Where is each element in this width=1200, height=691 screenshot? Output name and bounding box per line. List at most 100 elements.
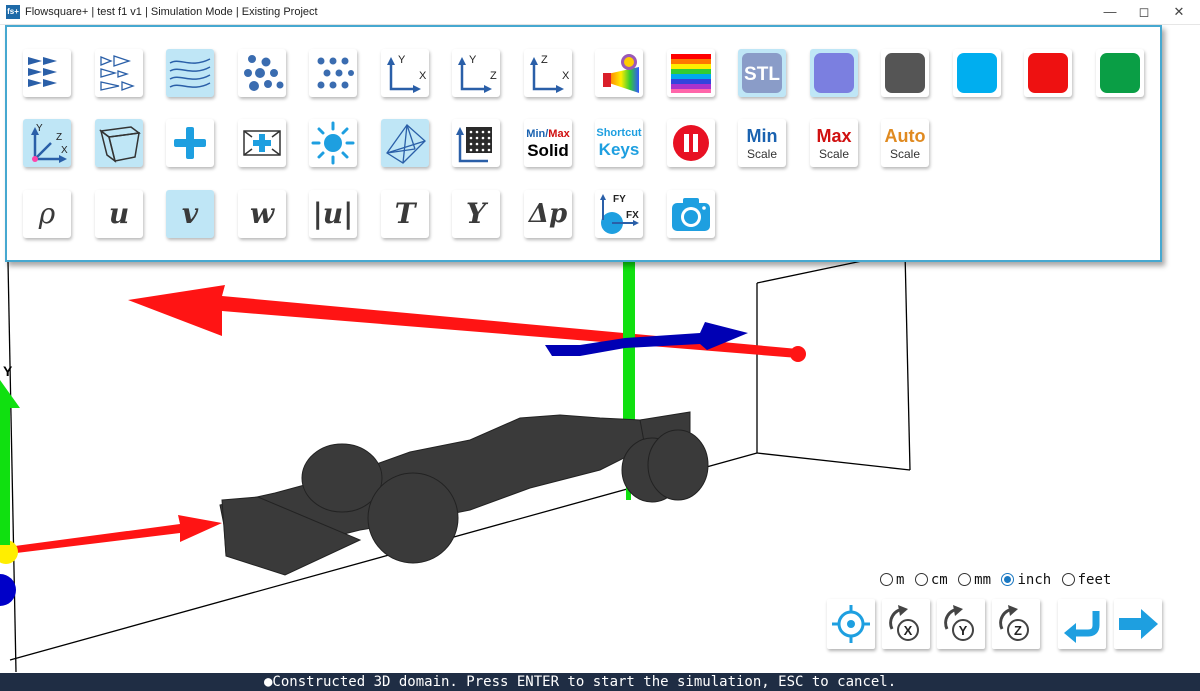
svg-text:X: X: [61, 145, 68, 156]
color-gray-button[interactable]: [881, 49, 929, 97]
color-swatch-icon: [1028, 53, 1068, 93]
unit-option-mm[interactable]: mm: [958, 572, 991, 588]
velocity-u-button[interactable]: u: [95, 190, 143, 238]
title-bar: fs+ Flowsquare+ | test f1 v1 | Simulatio…: [0, 0, 1200, 25]
radio-mm[interactable]: [958, 573, 972, 586]
plane-yz-button[interactable]: Y Z: [452, 49, 500, 97]
axes-xy-icon: Y X: [387, 54, 427, 93]
reset-view-button[interactable]: [827, 599, 875, 649]
wireframe-icon: [386, 124, 426, 164]
maximize-button[interactable]: ◻: [1127, 0, 1161, 24]
unit-option-inch[interactable]: inch: [1001, 572, 1051, 588]
minimize-button[interactable]: —: [1093, 0, 1127, 24]
vectors-scaled-button[interactable]: [95, 49, 143, 97]
rotate-z-button[interactable]: Z: [992, 599, 1040, 649]
min-label: Min: [746, 126, 778, 146]
shortcut-keys-button[interactable]: Shortcut Keys: [595, 119, 643, 167]
w-icon: w: [249, 197, 275, 230]
rho-icon: ρ: [38, 197, 56, 230]
auto-scale-button[interactable]: Auto Scale: [881, 119, 929, 167]
unit-option-feet[interactable]: feet: [1061, 572, 1111, 588]
plus-icon: [174, 127, 206, 159]
colormap-button[interactable]: [667, 49, 715, 97]
radio-cm[interactable]: [914, 573, 928, 586]
back-button[interactable]: [1058, 599, 1106, 649]
t-icon: T: [394, 197, 416, 230]
grid-points-icon: [317, 57, 354, 89]
mesh-grid-button[interactable]: [452, 119, 500, 167]
color-red-button[interactable]: [1024, 49, 1072, 97]
forces-icon: FY FX: [600, 194, 639, 234]
next-button[interactable]: [1114, 599, 1162, 649]
plane-zx-button[interactable]: Z X: [524, 49, 572, 97]
crosshair-icon: [832, 605, 870, 643]
min-max-solid-button[interactable]: Min/Max Solid: [524, 119, 572, 167]
rotate-y-button[interactable]: Y: [937, 599, 985, 649]
forces-button[interactable]: FY FX: [595, 190, 643, 238]
svg-text:Y: Y: [469, 54, 477, 66]
svg-text:X: X: [562, 70, 570, 82]
lighting-button[interactable]: [309, 119, 357, 167]
svg-text:X: X: [904, 623, 913, 638]
particles-icon: [244, 55, 284, 91]
light-spectrum-button[interactable]: [595, 49, 643, 97]
radio-m[interactable]: [880, 573, 893, 586]
velocity-magnitude-button[interactable]: |u|: [309, 190, 357, 238]
stl-icon: STL: [742, 53, 782, 93]
color-swatch-icon: [957, 53, 997, 93]
unit-option-m[interactable]: m: [880, 572, 904, 588]
axes-toggle-button[interactable]: Y Z X: [23, 119, 71, 167]
density-button[interactable]: ρ: [23, 190, 71, 238]
color-purple-button[interactable]: [810, 49, 858, 97]
minmax-label-min: Min/: [526, 128, 549, 140]
axes-3d-icon: Y Z X: [31, 123, 68, 163]
particles-button[interactable]: [238, 49, 286, 97]
vectors-uniform-button[interactable]: [23, 49, 71, 97]
color-swatch-icon: [814, 53, 854, 93]
min-scale-button[interactable]: Min Scale: [738, 119, 786, 167]
pressure-difference-button[interactable]: Δp: [524, 190, 572, 238]
scale-label: Scale: [746, 147, 778, 161]
magnitude-icon: |u|: [312, 197, 354, 230]
svg-text:Z: Z: [541, 54, 548, 66]
stl-button[interactable]: STL: [738, 49, 786, 97]
color-cyan-button[interactable]: [953, 49, 1001, 97]
temperature-button[interactable]: T: [381, 190, 429, 238]
unit-option-cm[interactable]: cm: [914, 572, 948, 588]
max-scale-button[interactable]: Max Scale: [810, 119, 858, 167]
svg-text:Z: Z: [1014, 623, 1022, 638]
add-object-button[interactable]: [166, 119, 214, 167]
grid-points-button[interactable]: [309, 49, 357, 97]
delta-p-icon: Δp: [528, 199, 568, 229]
pause-icon: [673, 125, 709, 161]
domain-box-button[interactable]: [95, 119, 143, 167]
rotate-x-button[interactable]: X: [882, 599, 930, 649]
streamlines-icon: [169, 58, 211, 88]
solid-label: Solid: [527, 141, 569, 160]
radio-inch[interactable]: [1001, 573, 1015, 586]
radio-feet[interactable]: [1061, 573, 1075, 586]
keys-label: Keys: [598, 140, 640, 159]
add-inlet-button[interactable]: [238, 119, 286, 167]
svg-text:FY: FY: [613, 194, 626, 205]
close-button[interactable]: ✕: [1162, 0, 1196, 24]
toolbar-panel: Y X Y Z Z X STL Y Z X Min/Max Solid Shor…: [5, 25, 1162, 262]
rotate-x-icon: X: [889, 605, 919, 641]
plane-xy-button[interactable]: Y X: [381, 49, 429, 97]
shortcut-label: Shortcut: [596, 127, 642, 139]
color-green-button[interactable]: [1096, 49, 1144, 97]
screenshot-button[interactable]: [667, 190, 715, 238]
rotate-z-icon: Z: [999, 605, 1029, 641]
mass-fraction-button[interactable]: Y: [452, 190, 500, 238]
pause-button[interactable]: [667, 119, 715, 167]
rainbow-colormap-icon: [671, 54, 711, 93]
status-bar: ●Constructed 3D domain. Press ENTER to s…: [0, 673, 1200, 691]
app-logo-icon: fs+: [6, 5, 20, 19]
mesh-wireframe-button[interactable]: [381, 119, 429, 167]
color-swatch-icon: [1100, 53, 1140, 93]
velocity-w-button[interactable]: w: [238, 190, 286, 238]
vector-arrows-outline-icon: [100, 55, 135, 91]
velocity-v-button[interactable]: v: [166, 190, 214, 238]
streamlines-button[interactable]: [166, 49, 214, 97]
max-label: Max: [816, 126, 852, 146]
